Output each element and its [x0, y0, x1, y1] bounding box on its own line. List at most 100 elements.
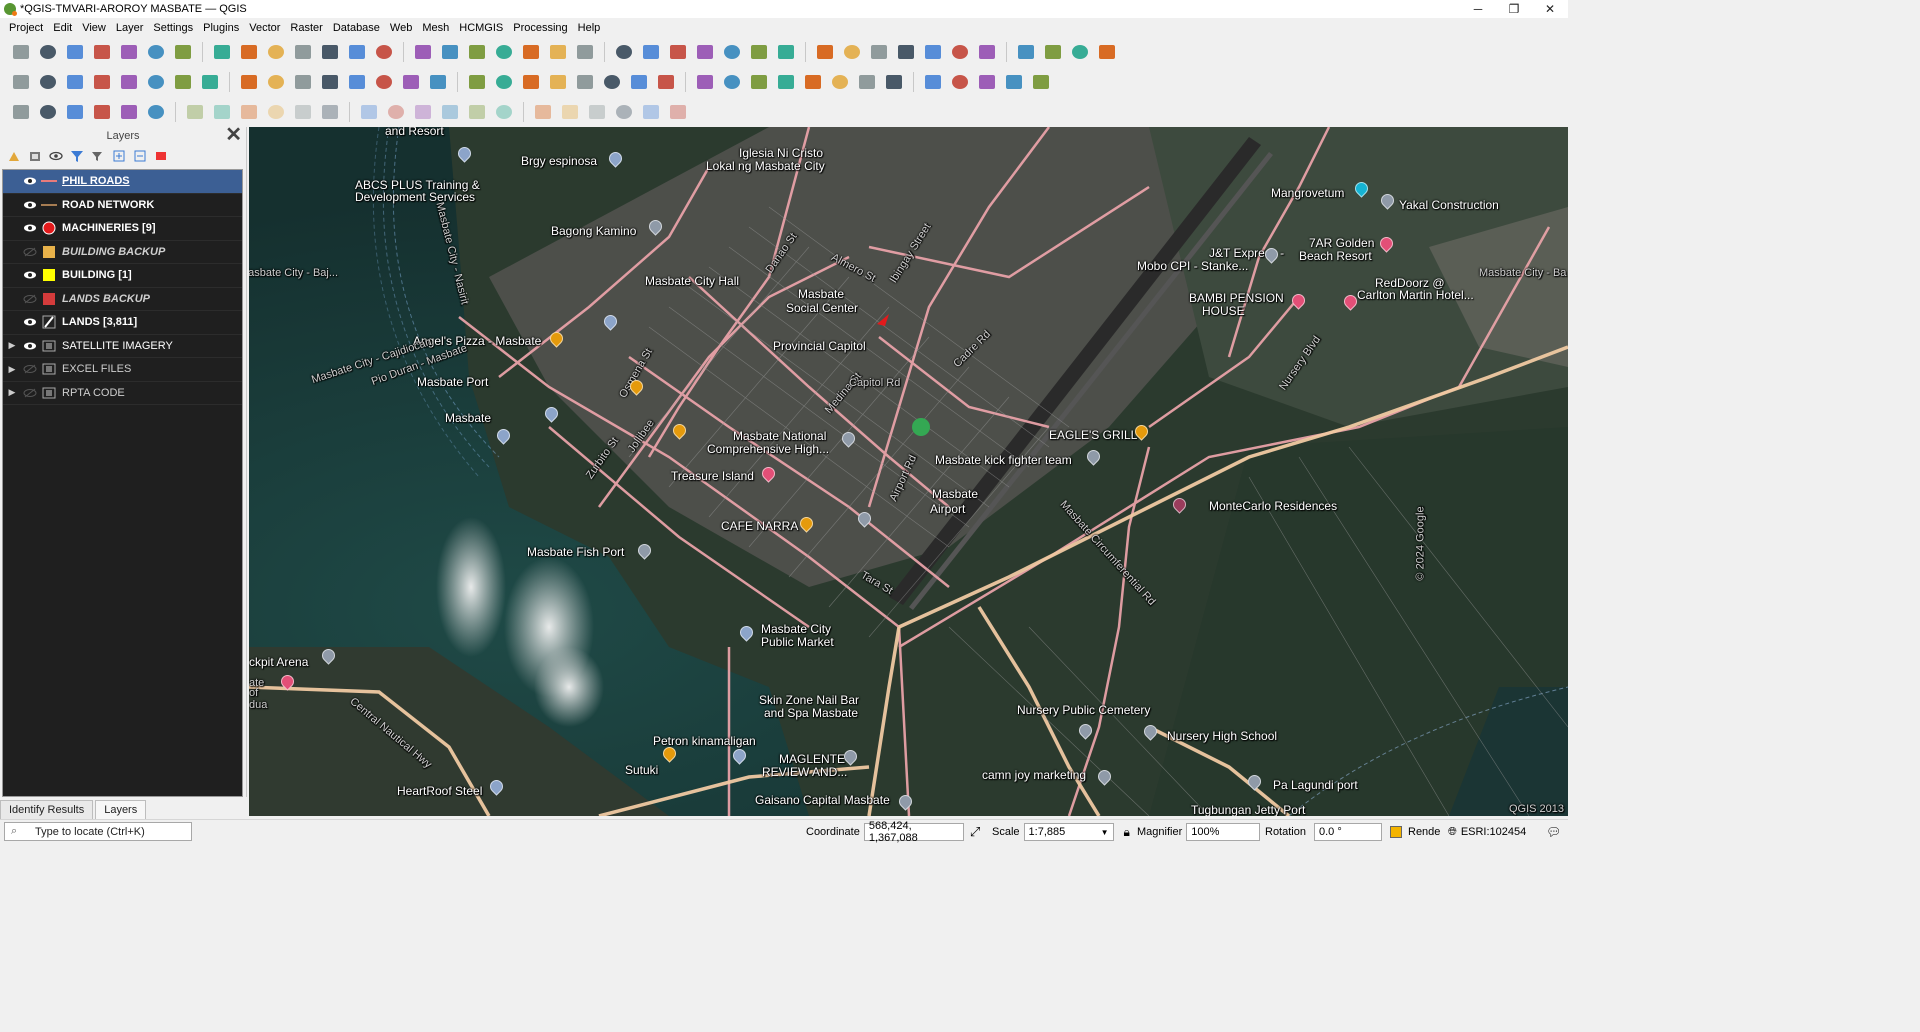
layer-row[interactable]: ▶ EXCEL FILES	[3, 358, 242, 382]
maximize-button[interactable]: ❐	[1496, 0, 1532, 18]
layer-label-icon[interactable]	[829, 72, 851, 92]
add-feature-icon[interactable]	[118, 72, 140, 92]
add-point-icon[interactable]	[628, 72, 650, 92]
map-tips-icon[interactable]	[814, 42, 836, 62]
grid-layer-icon[interactable]	[640, 102, 662, 122]
label-move-icon[interactable]	[922, 72, 944, 92]
menu-settings[interactable]: Settings	[148, 22, 198, 34]
paste-icon[interactable]	[265, 72, 287, 92]
menu-layer[interactable]: Layer	[111, 22, 149, 34]
visibility-eye-icon[interactable]	[21, 362, 39, 376]
expand-all-icon[interactable]	[111, 148, 127, 164]
split-icon[interactable]	[427, 72, 449, 92]
magnet-icon[interactable]	[10, 102, 32, 122]
show-bookmarks-icon[interactable]	[547, 42, 569, 62]
cross-icon[interactable]	[145, 102, 167, 122]
cut-icon[interactable]	[199, 72, 221, 92]
expand-arrow-icon[interactable]: ▶	[3, 387, 21, 398]
trace-icon[interactable]	[400, 72, 422, 92]
scale-icon[interactable]	[292, 102, 314, 122]
map-canvas[interactable]: and Resort Brgy espinosa Iglesia Ni Cristo…	[249, 127, 1568, 816]
reshape-icon[interactable]	[493, 72, 515, 92]
layer-row[interactable]: ▶ RPTA CODE	[3, 382, 242, 405]
delete-part-icon[interactable]	[412, 102, 434, 122]
help-icon[interactable]	[1096, 42, 1118, 62]
label-show-icon[interactable]	[1003, 72, 1025, 92]
grid-icon[interactable]	[775, 72, 797, 92]
wms-icon[interactable]	[574, 72, 596, 92]
delete-ring-icon[interactable]	[385, 102, 407, 122]
menu-vector[interactable]: Vector	[244, 22, 285, 34]
rotate-point-symbols-icon[interactable]	[559, 102, 581, 122]
settings-icon[interactable]	[694, 42, 716, 62]
undo-icon[interactable]	[292, 72, 314, 92]
offset-icon[interactable]	[520, 72, 542, 92]
snapping-icon[interactable]	[346, 72, 368, 92]
label-rotate-icon[interactable]	[949, 72, 971, 92]
topology-icon[interactable]	[373, 72, 395, 92]
menu-hcmgis[interactable]: HCMGIS	[454, 22, 508, 34]
offset-point-symbols-icon[interactable]	[586, 102, 608, 122]
layer-row[interactable]: BUILDING BACKUP	[3, 241, 242, 264]
fill-ring-icon[interactable]	[358, 102, 380, 122]
expand-arrow-icon[interactable]: ▶	[3, 340, 21, 351]
rotate-icon[interactable]	[265, 102, 287, 122]
open-project-icon[interactable]	[37, 42, 59, 62]
vertex-tool-icon[interactable]	[145, 72, 167, 92]
pan-icon[interactable]	[172, 42, 194, 62]
processing-toolbox-icon[interactable]	[1015, 42, 1037, 62]
remove-layer-icon[interactable]	[153, 148, 169, 164]
visibility-eye-icon[interactable]	[21, 268, 39, 282]
scale-combobox[interactable]: 1:7,885 ▼	[1023, 823, 1114, 841]
reshape-features-icon[interactable]	[439, 102, 461, 122]
layer-row[interactable]: PHIL ROADS	[3, 170, 242, 194]
split-features-icon[interactable]	[493, 102, 515, 122]
visibility-eye-icon[interactable]	[21, 386, 39, 400]
lock-scale-icon[interactable]: 🔒︎	[1124, 825, 1130, 840]
label-change-icon[interactable]	[976, 72, 998, 92]
globe-icon[interactable]	[547, 72, 569, 92]
advanced-digitize-icon[interactable]	[37, 102, 59, 122]
deselect-icon[interactable]	[922, 42, 944, 62]
label-hide-icon[interactable]	[883, 72, 905, 92]
manage-visibility-icon[interactable]	[48, 148, 64, 164]
delete-icon[interactable]	[172, 72, 194, 92]
menu-edit[interactable]: Edit	[48, 22, 77, 34]
python-icon[interactable]	[1042, 42, 1064, 62]
close-window-button[interactable]: ✕	[1532, 0, 1568, 18]
offset-curve-icon[interactable]	[466, 102, 488, 122]
add-ring-icon[interactable]	[466, 72, 488, 92]
edit-pencil-icon[interactable]	[10, 72, 32, 92]
menu-database[interactable]: Database	[328, 22, 385, 34]
layer-row[interactable]: LANDS BACKUP	[3, 288, 242, 311]
minimize-button[interactable]: ─	[1460, 0, 1496, 18]
style-panel-icon[interactable]	[6, 148, 22, 164]
refresh-icon[interactable]	[613, 42, 635, 62]
pan-to-selection-icon[interactable]	[211, 42, 233, 62]
menu-plugins[interactable]: Plugins	[198, 22, 244, 34]
menu-help[interactable]: Help	[573, 22, 606, 34]
save-edits-icon[interactable]	[64, 72, 86, 92]
new-map-view-icon[interactable]	[466, 42, 488, 62]
digitize-icon[interactable]	[91, 72, 113, 92]
menu-project[interactable]: Project	[4, 22, 48, 34]
zoom-last-icon[interactable]	[412, 42, 434, 62]
zoom-in-icon[interactable]	[238, 42, 260, 62]
split-parts-icon[interactable]	[184, 102, 206, 122]
layer-row[interactable]: BUILDING [1]	[3, 264, 242, 288]
select-features-icon[interactable]	[868, 42, 890, 62]
plugin-icon[interactable]	[1069, 42, 1091, 62]
fill-icon[interactable]	[613, 102, 635, 122]
label-icon[interactable]	[802, 72, 824, 92]
magnifier-spinbox[interactable]: 100%	[1186, 823, 1261, 841]
visibility-eye-icon[interactable]	[21, 245, 39, 259]
crs-value[interactable]: ESRI:102454	[1461, 826, 1526, 838]
zoom-to-layer-icon[interactable]	[346, 42, 368, 62]
gps-icon[interactable]	[118, 102, 140, 122]
rotation-spinbox[interactable]: 0.0 °	[1313, 823, 1382, 841]
menu-mesh[interactable]: Mesh	[417, 22, 454, 34]
simplify-icon[interactable]	[319, 102, 341, 122]
menu-view[interactable]: View	[77, 22, 111, 34]
toggle-editing-icon[interactable]	[37, 72, 59, 92]
render-checkbox[interactable]	[1390, 826, 1402, 838]
